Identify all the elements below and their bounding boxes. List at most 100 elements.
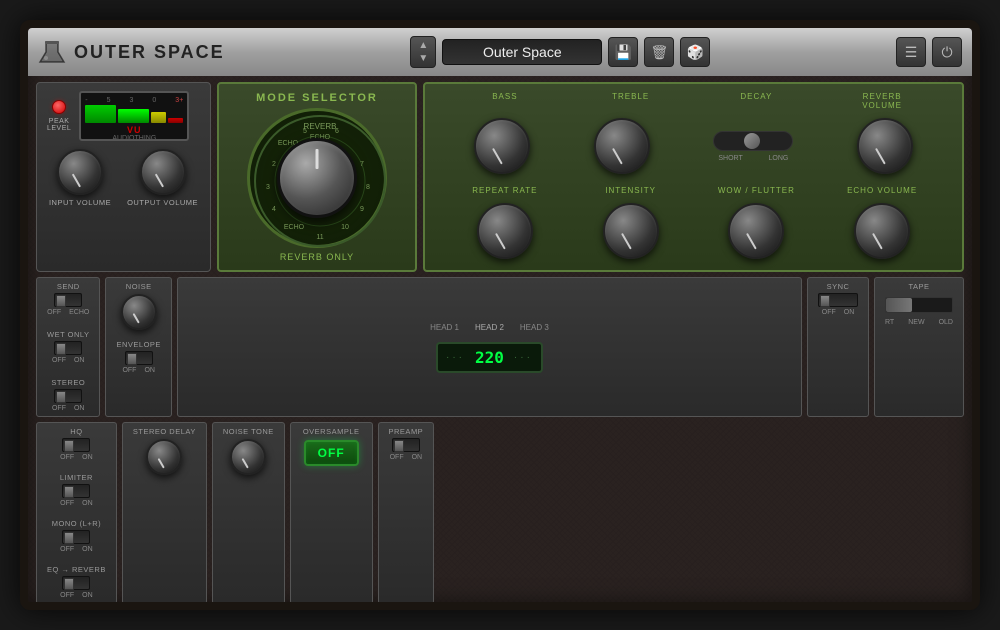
wow-flutter-knob[interactable] bbox=[728, 203, 784, 259]
stereo-delay-label: STEREO DELAY bbox=[133, 427, 196, 436]
eq-toggle-container: EQ → REVERB OFF ON bbox=[47, 565, 106, 599]
bpm-display: ··· 220 ··· bbox=[436, 342, 543, 373]
vu-section: PEAKLEVEL -5303+ VU AUDIOTHI bbox=[47, 91, 200, 141]
preamp-toggle[interactable] bbox=[392, 438, 420, 452]
preamp-off: OFF bbox=[390, 454, 404, 461]
stereo-toggle-labels: OFF ON bbox=[52, 405, 85, 412]
mono-toggle-container: MONO (L+R) OFF ON bbox=[52, 519, 101, 553]
treble-knob[interactable] bbox=[594, 118, 650, 174]
hq-label: HQ bbox=[70, 427, 82, 436]
menu-btn[interactable]: ☰ bbox=[896, 37, 926, 67]
more-panel: MORE R. BAL V. SPEED bbox=[870, 609, 964, 610]
noise-label: NOISE bbox=[126, 282, 152, 291]
vu-label: VU bbox=[85, 125, 183, 135]
eq-label: EQ → REVERB bbox=[47, 565, 106, 574]
tape-bottom-panel: TAPE LOW CUT HI CUT DUCKING bbox=[313, 609, 855, 610]
eq-toggle[interactable] bbox=[62, 576, 90, 590]
tape-label: TAPE bbox=[885, 282, 953, 291]
randomize-btn[interactable]: 🎲 bbox=[680, 37, 710, 67]
sync-toggle-container: SYNC OFF ON bbox=[818, 282, 858, 316]
preset-name[interactable]: Outer Space bbox=[442, 39, 602, 65]
repeat-rate-knob[interactable] bbox=[477, 203, 533, 259]
mono-toggle[interactable] bbox=[62, 530, 90, 544]
head2-tab[interactable]: HEAD 2 bbox=[469, 321, 510, 334]
decay-toggle[interactable] bbox=[744, 133, 760, 149]
send-toggle-container: SEND OFF ECHO bbox=[47, 282, 89, 316]
tape-options: RT NEW OLD bbox=[885, 319, 953, 326]
oversample-btn[interactable]: OFF bbox=[304, 440, 359, 466]
sync-toggle[interactable] bbox=[818, 293, 858, 307]
wow-flutter-label: WOW / FLUTTER bbox=[716, 186, 796, 195]
mode-dial-ring: REVERB ECHO 7 8 9 10 11 ECHO 4 3 2 ECHO bbox=[247, 108, 387, 248]
wet-toggle[interactable] bbox=[54, 341, 82, 355]
bpm-value[interactable]: 220 bbox=[469, 348, 510, 367]
plugin-title: OUTER SPACE bbox=[74, 42, 225, 63]
decay-short-label: SHORT bbox=[718, 155, 742, 162]
echo-vol-knob[interactable] bbox=[854, 203, 910, 259]
env-on-label: ON bbox=[144, 367, 155, 374]
send-label: SEND bbox=[57, 282, 80, 291]
envelope-toggle[interactable] bbox=[125, 351, 153, 365]
power-btn[interactable]: ⏻ bbox=[932, 37, 962, 67]
head3-tab[interactable]: HEAD 3 bbox=[514, 321, 555, 334]
echo-vol-label: ECHO VOLUME bbox=[842, 186, 922, 195]
hq-toggle-container: HQ OFF ON bbox=[60, 427, 93, 461]
plugin-frame: OUTER SPACE ▲ ▼ Outer Space 💾 🗑 🎲 ☰ ⏻ bbox=[20, 20, 980, 610]
stereo-toggle[interactable] bbox=[54, 389, 82, 403]
delete-btn[interactable]: 🗑 bbox=[644, 37, 674, 67]
noise-tone-knob[interactable] bbox=[230, 439, 266, 475]
save-btn[interactable]: 💾 bbox=[608, 37, 638, 67]
limiter-toggle[interactable] bbox=[62, 484, 90, 498]
sync-off-label: OFF bbox=[822, 309, 836, 316]
mode-title: MODE SELECTOR bbox=[256, 92, 378, 104]
svg-text:9: 9 bbox=[360, 206, 364, 213]
svg-text:7: 7 bbox=[360, 161, 364, 168]
preset-area: ▲ ▼ Outer Space 💾 🗑 🎲 bbox=[225, 36, 896, 68]
eq-on: ON bbox=[82, 592, 93, 599]
stereo-label: STEREO bbox=[51, 378, 85, 387]
tape-slider[interactable] bbox=[885, 297, 953, 313]
sync-on-label: ON bbox=[844, 309, 855, 316]
bpm-dots-left: ··· bbox=[446, 352, 465, 363]
middle-section-1: SEND OFF ECHO WET ONLY O bbox=[36, 277, 964, 417]
stereo-on-label: ON bbox=[74, 405, 85, 412]
preamp-on: ON bbox=[412, 454, 423, 461]
svg-text:3: 3 bbox=[266, 184, 270, 191]
stereo-off-label: OFF bbox=[52, 405, 66, 412]
input-volume-container: INPUT VOLUME bbox=[49, 149, 111, 207]
reverb-vol-knob[interactable] bbox=[857, 118, 913, 174]
mono-label: MONO (L+R) bbox=[52, 519, 101, 528]
head1-tab[interactable]: HEAD 1 bbox=[424, 321, 465, 334]
tape-rt: RT bbox=[885, 319, 894, 326]
input-volume-knob[interactable] bbox=[57, 149, 103, 195]
decay-long-label: LONG bbox=[769, 155, 789, 162]
noise-knob[interactable] bbox=[121, 294, 157, 330]
output-volume-knob[interactable] bbox=[140, 149, 186, 195]
mono-off: OFF bbox=[60, 546, 74, 553]
limiter-toggle-container: LIMITER OFF ON bbox=[60, 473, 93, 507]
send-toggle-labels: OFF ECHO bbox=[47, 309, 89, 316]
sync-toggle-labels: OFF ON bbox=[822, 309, 855, 316]
envelope-toggle-container: ENVELOPE OFF ON bbox=[116, 340, 160, 374]
hq-on: ON bbox=[82, 454, 93, 461]
send-off-label: OFF bbox=[47, 309, 61, 316]
main-content: PEAKLEVEL -5303+ VU AUDIOTHI bbox=[28, 76, 972, 610]
noise-tone-label: NOISE TONE bbox=[223, 427, 274, 436]
svg-text:REVERB: REVERB bbox=[304, 122, 337, 131]
bass-knob[interactable] bbox=[474, 118, 530, 174]
top-section: PEAKLEVEL -5303+ VU AUDIOTHI bbox=[36, 82, 964, 272]
intensity-knob[interactable] bbox=[603, 203, 659, 259]
tape-panel: TAPE RT NEW OLD bbox=[874, 277, 964, 417]
stereo-delay-knob[interactable] bbox=[146, 439, 182, 475]
noise-knob-container: NOISE bbox=[121, 282, 157, 330]
hq-off: OFF bbox=[60, 454, 74, 461]
hq-toggle[interactable] bbox=[62, 438, 90, 452]
svg-text:8: 8 bbox=[366, 184, 370, 191]
eq-off: OFF bbox=[60, 592, 74, 599]
preset-arrows-btn[interactable]: ▲ ▼ bbox=[410, 36, 436, 68]
noise-tone-panel: NOISE TONE bbox=[212, 422, 285, 604]
send-toggle[interactable] bbox=[54, 293, 82, 307]
bass-label: BASS bbox=[465, 92, 545, 110]
bottom-divider-1 bbox=[305, 609, 306, 610]
mode-knob[interactable] bbox=[277, 138, 357, 218]
